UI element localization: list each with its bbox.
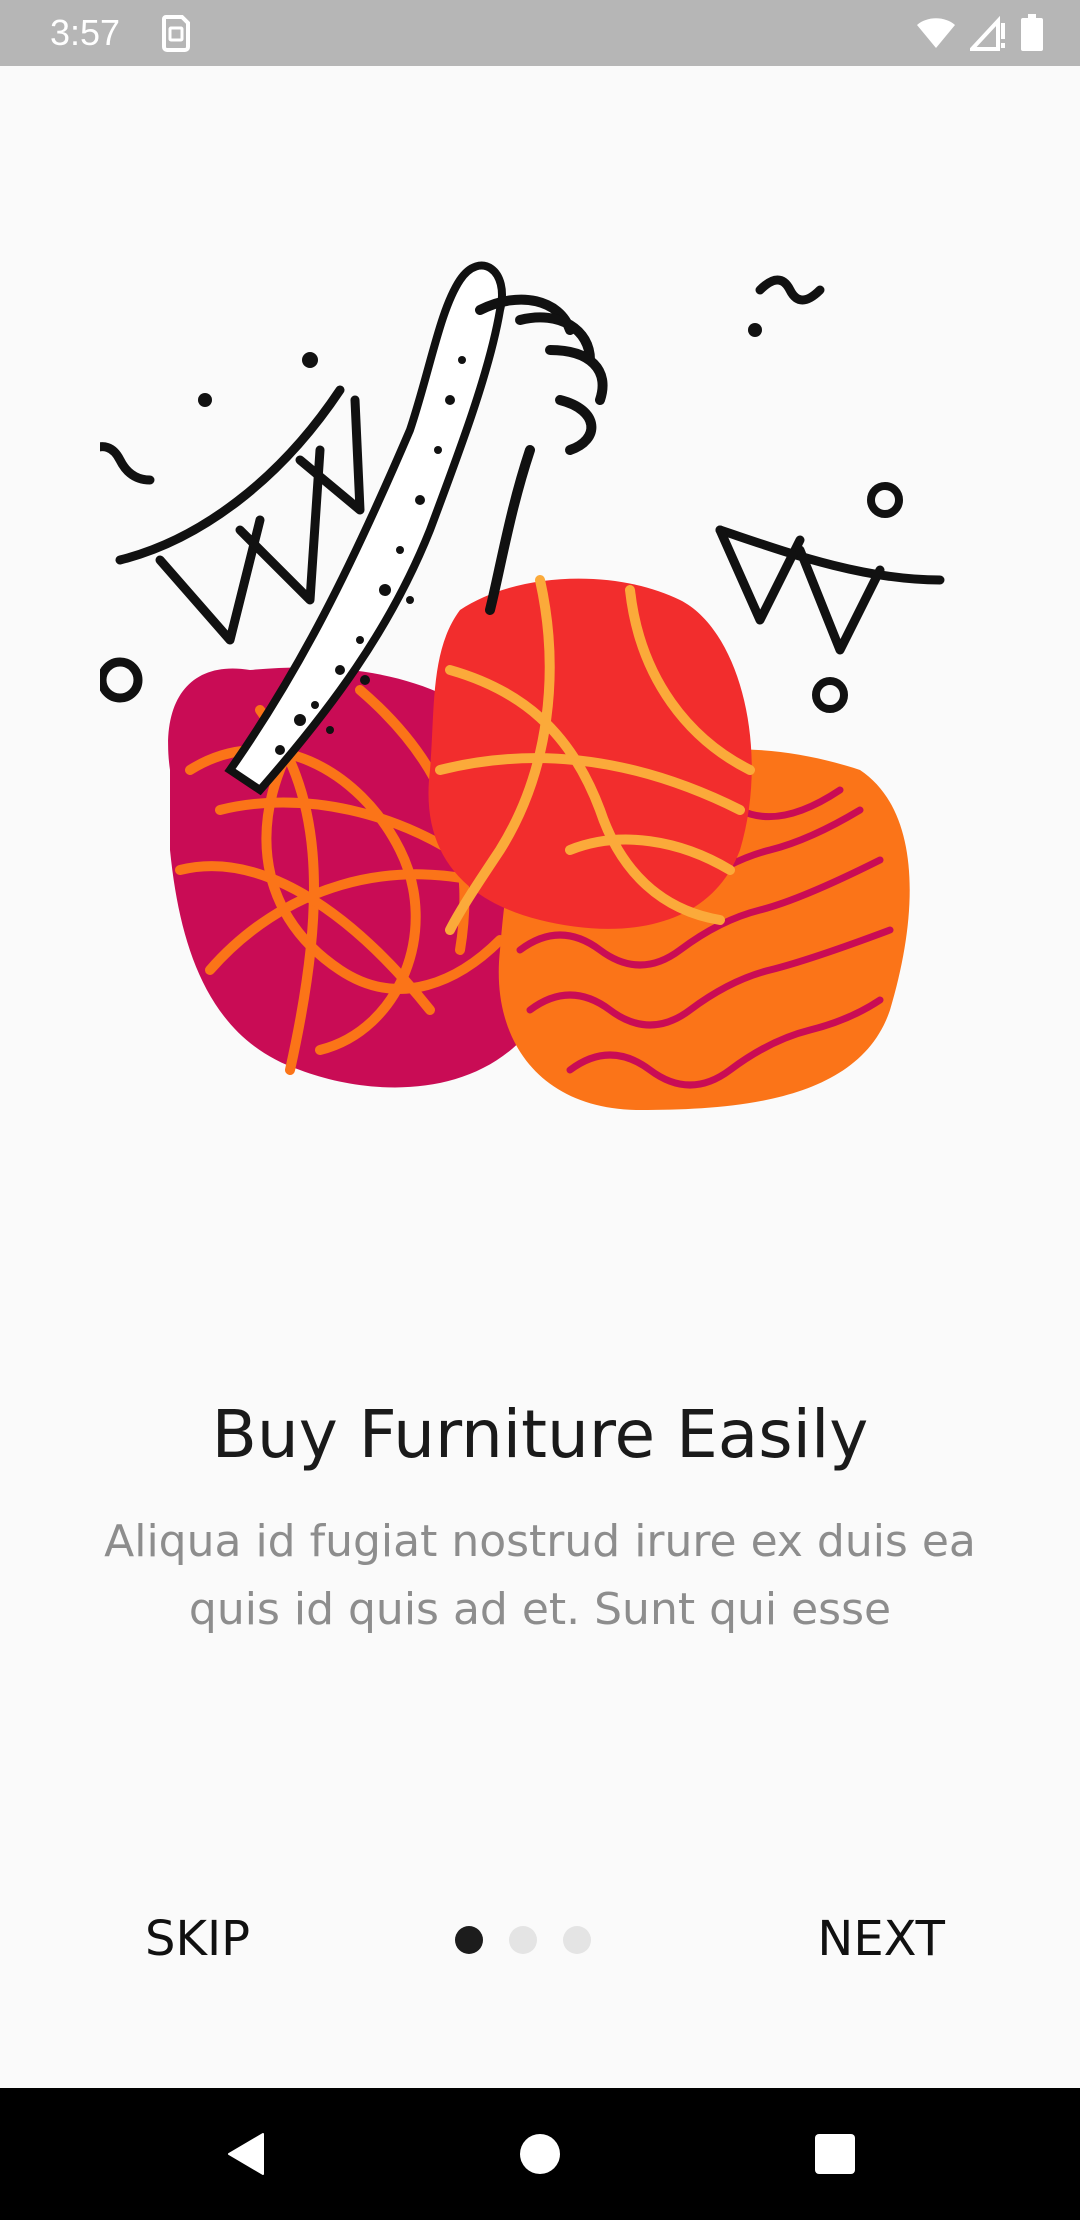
signal-icon xyxy=(970,15,1006,51)
status-bar: 3:57 xyxy=(0,0,1080,66)
page-dot-2[interactable] xyxy=(509,1926,537,1954)
status-icons xyxy=(916,14,1044,52)
skip-button[interactable]: SKIP xyxy=(145,1904,250,1974)
onboarding-title: Buy Furniture Easily xyxy=(211,1396,869,1473)
navigation-bar xyxy=(0,2088,1080,2220)
recents-icon[interactable] xyxy=(755,2088,915,2220)
next-button[interactable]: NEXT xyxy=(817,1904,945,1974)
home-icon[interactable] xyxy=(460,2088,620,2220)
sim-card-icon xyxy=(158,14,194,52)
page-dot-1[interactable] xyxy=(455,1926,483,1954)
furniture-illustration xyxy=(85,250,980,1130)
page-dot-3[interactable] xyxy=(563,1926,591,1954)
page-indicator xyxy=(455,1926,591,1954)
status-time: 3:57 xyxy=(50,12,121,53)
onboarding-subtitle: Aliqua id fugiat nostrud irure ex duis e… xyxy=(104,1516,976,1635)
onboarding-screen: 3:57 Buy Furniture Easily Aliqua id fugi… xyxy=(0,0,1080,2220)
wifi-icon xyxy=(916,16,956,50)
back-icon[interactable] xyxy=(165,2088,325,2220)
battery-icon xyxy=(1020,14,1044,52)
